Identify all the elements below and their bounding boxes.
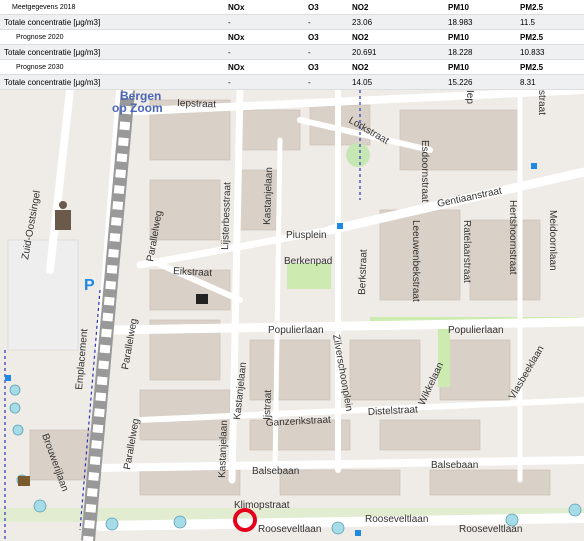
label-leeuwenbekstraat: Leeuwenbekstraat xyxy=(410,220,421,302)
label-populierlaan-mid: Populierlaan xyxy=(268,325,324,336)
table-row: Totale concentratie [μg/m3] - - 14.05 15… xyxy=(0,74,584,90)
value-o3: - xyxy=(304,44,348,60)
value-pm10: 18.983 xyxy=(444,14,516,30)
value-pm10: 15.226 xyxy=(444,74,516,90)
table-header-row: Prognose 2030 NOx O3 NO2 PM10 PM2.5 xyxy=(0,60,584,75)
header-no2: NO2 xyxy=(348,30,444,45)
label-berkenpad: Berkenpad xyxy=(284,256,332,267)
header-nox: NOx xyxy=(224,30,304,45)
header-pm10: PM10 xyxy=(444,60,516,75)
header-o3: O3 xyxy=(304,30,348,45)
label-kastanjelaan-low: Kastanjelaan xyxy=(217,420,230,478)
shop-icon xyxy=(18,476,30,486)
header-nox: NOx xyxy=(224,60,304,75)
header-pm10: PM10 xyxy=(444,30,516,45)
label-berkstraat: Berkstraat xyxy=(357,249,370,295)
row-label: Totale concentratie [μg/m3] xyxy=(0,14,224,30)
header-no2: NO2 xyxy=(348,0,444,15)
value-pm25: 8.31 xyxy=(516,74,584,90)
value-pm10: 18.228 xyxy=(444,44,516,60)
label-rooseveltlaan-3: Rooseveltlaan xyxy=(459,524,522,535)
row-label: Totale concentratie [μg/m3] xyxy=(0,74,224,90)
table-2030: Prognose 2030 NOx O3 NO2 PM10 PM2.5 Tota… xyxy=(0,60,584,90)
table-header-row: Meetgegevens 2018 NOx O3 NO2 PM10 PM2.5 xyxy=(0,0,584,15)
label-ijstraat: Ijstraat xyxy=(262,390,274,421)
label-ratelaarstraat: Ratelaarstraat xyxy=(461,220,472,283)
parking-label: P xyxy=(84,277,95,294)
value-pm25: 10.833 xyxy=(516,44,584,60)
label-top-fragment-2: straat xyxy=(536,90,547,115)
header-pm10: PM10 xyxy=(444,0,516,15)
label-hertshoornstraat: Hertshoornstraat xyxy=(507,200,518,275)
table-title: Prognose 2030 xyxy=(0,60,224,75)
label-rooseveltlaan-2: Rooseveltlaan xyxy=(365,514,428,525)
label-balsebaan-left: Balsebaan xyxy=(252,466,299,477)
row-label: Totale concentratie [μg/m3] xyxy=(0,44,224,60)
street-map[interactable]: Bergen op Zoom P Iepstraat Lorkstraat Es… xyxy=(0,90,584,541)
header-no2: NO2 xyxy=(348,60,444,75)
label-balsebaan-right: Balsebaan xyxy=(431,460,478,471)
header-pm25: PM2.5 xyxy=(516,0,584,15)
label-meidoornlaan: Meidoornlaan xyxy=(547,210,558,271)
header-nox: NOx xyxy=(224,0,304,15)
value-no2: 14.05 xyxy=(348,74,444,90)
label-klimopstraat: Klimopstraat xyxy=(234,500,290,511)
value-nox: - xyxy=(224,14,304,30)
value-o3: - xyxy=(304,14,348,30)
label-top-fragment-1: Iep xyxy=(464,90,475,104)
value-no2: 23.06 xyxy=(348,14,444,30)
table-2020: Prognose 2020 NOx O3 NO2 PM10 PM2.5 Tota… xyxy=(0,30,584,60)
header-pm25: PM2.5 xyxy=(516,30,584,45)
value-nox: - xyxy=(224,74,304,90)
label-eikstraat: Eikstraat xyxy=(173,266,213,279)
table-row: Totale concentratie [μg/m3] - - 20.691 1… xyxy=(0,44,584,60)
value-pm25: 11.5 xyxy=(516,14,584,30)
label-iepstraat: Iepstraat xyxy=(177,98,216,110)
value-o3: - xyxy=(304,74,348,90)
label-kastanjelaan-top: Kastanjelaan xyxy=(262,167,275,225)
label-piusplein: Piusplein xyxy=(286,230,327,241)
table-title: Meetgegevens 2018 xyxy=(0,0,224,15)
concentration-tables: Meetgegevens 2018 NOx O3 NO2 PM10 PM2.5 … xyxy=(0,0,584,90)
header-o3: O3 xyxy=(304,0,348,15)
table-title: Prognose 2020 xyxy=(0,30,224,45)
value-no2: 20.691 xyxy=(348,44,444,60)
monument-icon xyxy=(196,294,208,304)
label-esdoornstraat: Esdoornstraat xyxy=(419,140,430,202)
header-pm25: PM2.5 xyxy=(516,60,584,75)
table-header-row: Prognose 2020 NOx O3 NO2 PM10 PM2.5 xyxy=(0,30,584,45)
header-o3: O3 xyxy=(304,60,348,75)
parking-area xyxy=(7,239,79,351)
label-populierlaan-right: Populierlaan xyxy=(448,325,504,336)
map-canvas[interactable]: Bergen op Zoom P Iepstraat Lorkstraat Es… xyxy=(0,90,584,541)
label-rooseveltlaan-1: Rooseveltlaan xyxy=(258,524,321,535)
value-nox: - xyxy=(224,44,304,60)
table-row: Totale concentratie [μg/m3] - - 23.06 18… xyxy=(0,14,584,30)
city-label-op-zoom: op Zoom xyxy=(112,101,163,115)
table-2018: Meetgegevens 2018 NOx O3 NO2 PM10 PM2.5 … xyxy=(0,0,584,30)
